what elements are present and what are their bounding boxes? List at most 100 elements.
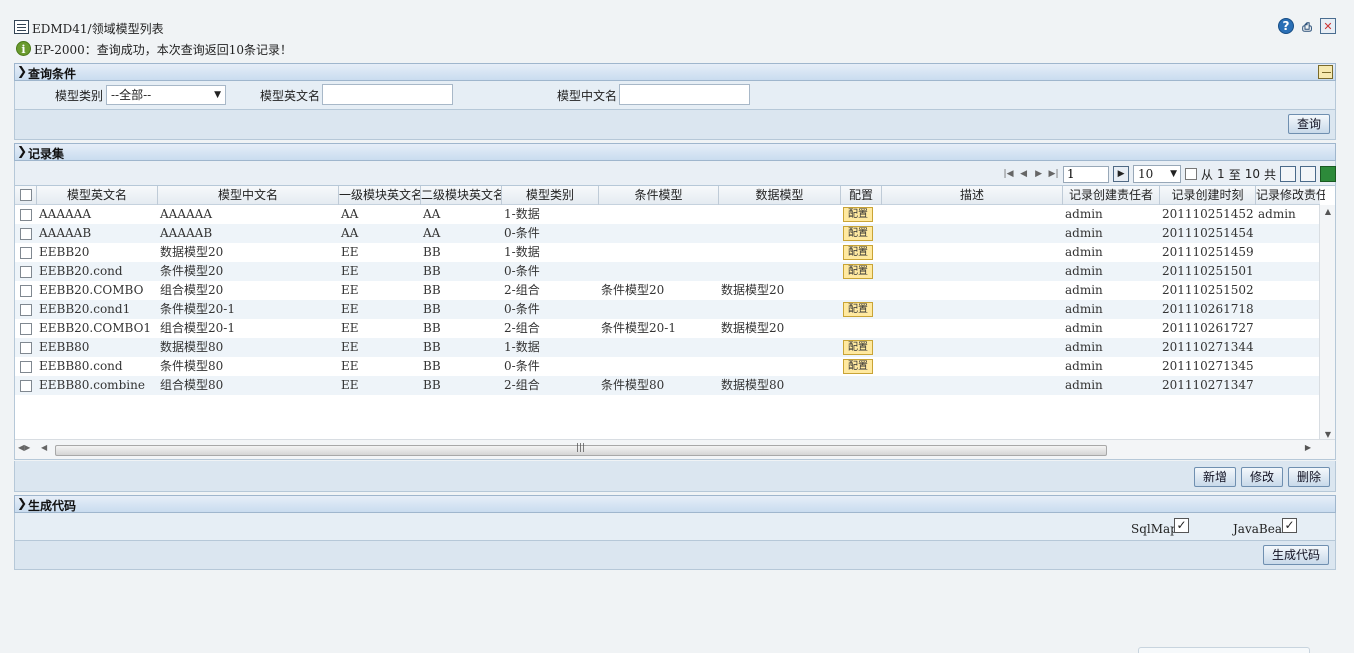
table-cell: EE [341, 340, 359, 354]
records-section-header[interactable]: ❯ 记录集 [14, 143, 1336, 161]
column-header[interactable]: 记录修改责任 [1255, 186, 1325, 205]
table-cell: 1-数据 [504, 245, 540, 259]
en-name-input[interactable] [322, 84, 453, 105]
table-row[interactable]: EEBB20.cond 条件模型20 EE BB 0-条件 配置 admin 20111025… [15, 262, 1320, 281]
excel-icon[interactable] [1320, 166, 1336, 182]
exit-icon[interactable]: ✕ [1320, 18, 1336, 34]
page-size-select[interactable]: 10 ▼ [1133, 165, 1182, 183]
sqlmap-checkbox[interactable]: ✓ [1174, 518, 1189, 533]
row-checkbox[interactable] [20, 304, 32, 316]
row-checkbox[interactable] [20, 247, 32, 259]
scroll-first-icon[interactable]: ◀▶ [18, 443, 30, 452]
table-row[interactable]: EEBB20.COMBO1 组合模型20-1 EE BB 2-组合 条件模型20-1 数据模… [15, 319, 1320, 338]
cn-name-input[interactable] [619, 84, 750, 105]
column-header[interactable]: 记录创建责任者 [1062, 186, 1159, 205]
edit-button[interactable]: 修改 [1240, 467, 1283, 487]
config-button[interactable]: 配置 [843, 359, 873, 374]
collapse-icon[interactable] [1318, 65, 1333, 79]
prev-page-icon[interactable]: ◀ [1018, 169, 1029, 179]
row-checkbox[interactable] [20, 342, 32, 354]
table-cell: EEBB20.cond [39, 264, 123, 278]
table-cell [1254, 300, 1324, 319]
row-checkbox[interactable] [20, 266, 32, 278]
config-button[interactable]: 配置 [843, 264, 873, 279]
column-header[interactable]: 配置 [840, 186, 881, 205]
row-checkbox[interactable] [20, 361, 32, 373]
table-cell: 0-条件 [504, 302, 540, 316]
page-number-input[interactable] [1063, 165, 1110, 183]
last-page-icon[interactable]: ▶| [1048, 169, 1059, 179]
scroll-left-icon[interactable]: ◀ [41, 443, 47, 452]
page-size-value: 10 [1138, 167, 1154, 181]
model-type-select[interactable]: --全部-- ▼ [106, 85, 226, 105]
table-row[interactable]: AAAAAAAAAAAAAAAA1-数据配置admin2011102514520… [15, 205, 1320, 224]
row-checkbox[interactable] [20, 323, 32, 335]
table-cell: 20111025145437 [1162, 226, 1254, 240]
row-checkbox[interactable] [20, 380, 32, 392]
query-button[interactable]: 查询 [1287, 114, 1330, 134]
list-icon [14, 20, 29, 34]
table-cell [717, 205, 839, 224]
table-cell: 数据模型80 [721, 378, 785, 392]
help-icon[interactable]: ? [1278, 18, 1294, 34]
config-button[interactable]: 配置 [843, 207, 873, 222]
scroll-down-icon[interactable]: ▼ [1320, 430, 1335, 439]
table-cell: 数据模型80 [160, 340, 224, 354]
column-header[interactable]: 模型类别 [501, 186, 598, 205]
horizontal-scrollbar[interactable]: ◀▶ ◀ ||| ▶ [15, 439, 1335, 459]
config-button[interactable]: 配置 [843, 245, 873, 260]
table-row[interactable]: EEBB20.COMBO 组合模型20 EE BB 2-组合 条件模型20 数据模型20 ad… [15, 281, 1320, 300]
export-icon[interactable] [1300, 166, 1316, 182]
row-checkbox[interactable] [20, 209, 32, 221]
top-bar: EDMD41/领域模型列表 ? ⎙ ✕ [14, 18, 1336, 38]
table-cell: EEBB80.cond [39, 359, 123, 373]
show-all-checkbox[interactable] [1185, 168, 1198, 180]
cn-name-label: 模型中文名 [557, 89, 618, 103]
go-page-icon[interactable]: ▶ [1113, 166, 1130, 182]
column-header[interactable]: 模型中文名 [157, 186, 338, 205]
table-row[interactable]: EEBB80.cond 条件模型80 EE BB 0-条件 配置 admin 20111027… [15, 357, 1320, 376]
bottom-panel-edge [1138, 647, 1310, 653]
row-checkbox[interactable] [20, 228, 32, 240]
javabean-checkbox[interactable]: ✓ [1282, 518, 1297, 533]
config-button[interactable]: 配置 [843, 340, 873, 355]
column-header[interactable]: 描述 [881, 186, 1062, 205]
add-button[interactable]: 新增 [1193, 467, 1236, 487]
vertical-scrollbar[interactable]: ▲ ▼ [1319, 205, 1335, 441]
table-cell: 20111026171849 [1162, 302, 1254, 316]
table-row[interactable]: EEBB20 数据模型20 EE BB 1-数据 配置 admin 2011102514590… [15, 243, 1320, 262]
scroll-right-icon[interactable]: ▶ [1305, 443, 1311, 452]
first-page-icon[interactable]: |◀ [1003, 169, 1014, 179]
column-header[interactable]: 二级模块英文名 [420, 186, 501, 205]
table-cell: EE [341, 321, 359, 335]
config-button[interactable]: 配置 [843, 226, 873, 241]
generate-code-button[interactable]: 生成代码 [1262, 545, 1329, 565]
column-header[interactable]: 一级模块英文名 [338, 186, 420, 205]
delete-button[interactable]: 删除 [1287, 467, 1330, 487]
scroll-up-icon[interactable]: ▲ [1320, 207, 1335, 216]
column-header[interactable]: 条件模型 [598, 186, 718, 205]
select-all-checkbox[interactable] [20, 189, 32, 201]
chevron-right-icon: ❯ [17, 144, 28, 158]
codegen-section-header[interactable]: ❯ 生成代码 [14, 495, 1336, 513]
table-cell: 1-数据 [504, 207, 540, 221]
table-row[interactable]: EEBB80.combine 组合模型80 EE BB 2-组合 条件模型80 数据模型80… [15, 376, 1320, 395]
column-header[interactable]: 模型英文名 [36, 186, 157, 205]
query-section-header[interactable]: ❯ 查询条件 [14, 63, 1336, 81]
table-cell: 20111025150117 [1162, 264, 1254, 278]
table-row[interactable]: EEBB80 数据模型80 EE BB 1-数据 配置 admin 2011102713441… [15, 338, 1320, 357]
table-row[interactable]: AAAAAB AAAAAB AA AA 0-条件 配置 admin 2011102514543… [15, 224, 1320, 243]
edit-list-icon[interactable] [1280, 166, 1296, 182]
config-button[interactable]: 配置 [843, 302, 873, 317]
table-cell: EEBB20 [39, 245, 90, 259]
next-page-icon[interactable]: ▶ [1033, 169, 1044, 179]
table-cell: 数据模型20 [721, 321, 785, 335]
column-header[interactable]: 数据模型 [718, 186, 840, 205]
row-checkbox[interactable] [20, 285, 32, 297]
table-row[interactable]: EEBB20.cond1 条件模型20-1 EE BB 0-条件 配置 admin 20111… [15, 300, 1320, 319]
page-title: EDMD41/领域模型列表 [32, 22, 164, 36]
column-header[interactable]: 记录创建时刻 [1159, 186, 1255, 205]
print-icon[interactable]: ⎙ [1298, 18, 1316, 36]
scroll-thumb[interactable]: ||| [55, 443, 1107, 456]
model-type-value: --全部-- [111, 88, 152, 102]
